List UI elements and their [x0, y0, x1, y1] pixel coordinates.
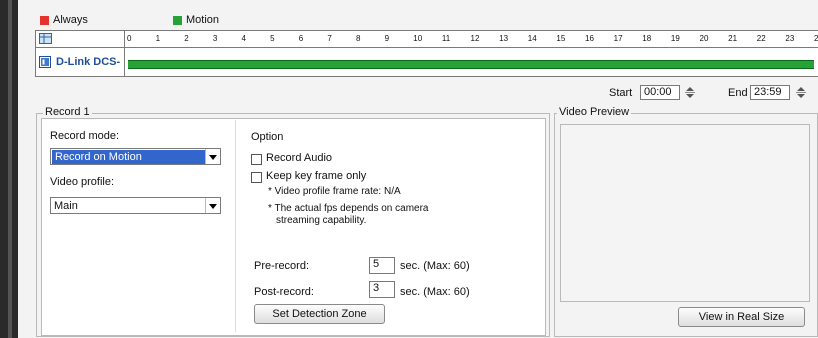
- hour-tick-label: 16: [585, 34, 594, 43]
- record-mode-value: Record on Motion: [52, 150, 206, 164]
- hour-tick-label: 2: [184, 34, 189, 43]
- prerecord-label: Pre-record:: [254, 260, 310, 272]
- hour-tick-label: 0: [127, 34, 132, 43]
- hour-tick-label: 23: [785, 34, 795, 43]
- motion-legend-label: Motion: [186, 14, 220, 26]
- hour-tick-label: 7: [327, 34, 332, 43]
- hour-tick-label: 5: [270, 34, 275, 43]
- camera-schedule-row[interactable]: D-Link DCS-: [36, 48, 818, 76]
- timeline-corner-cell: [36, 31, 125, 47]
- end-label: End: [728, 87, 748, 99]
- always-legend-swatch: [40, 16, 49, 25]
- hour-tick-label: 18: [642, 34, 652, 43]
- record-audio-label: Record Audio: [266, 152, 333, 164]
- record-mode-label: Record mode:: [50, 130, 120, 142]
- recording-schedule-panel: Always Motion 0 1 2 3 4 5 6 7 8 9 10 11 12 13 14 15 16 17…: [18, 0, 818, 338]
- hour-tick-label: 19: [670, 34, 680, 43]
- video-profile-label: Video profile:: [50, 176, 115, 188]
- video-preview-title: Video Preview: [557, 106, 632, 118]
- hour-tick-label: 12: [470, 34, 480, 43]
- camera-channel-icon: [39, 56, 51, 68]
- set-detection-zone-button[interactable]: Set Detection Zone: [254, 304, 385, 324]
- left-frame-edge: [0, 0, 18, 338]
- video-profile-value: Main: [54, 200, 78, 212]
- record-group-title: Record 1: [43, 106, 92, 118]
- postrecord-unit: sec. (Max: 60): [400, 286, 470, 298]
- postrecord-input[interactable]: 3: [369, 281, 395, 298]
- start-label: Start: [609, 87, 633, 99]
- always-legend-label: Always: [53, 14, 88, 26]
- hour-tick-label: 20: [699, 34, 709, 43]
- frame-rate-note: * Video profile frame rate: N/A: [268, 186, 401, 197]
- postrecord-label: Post-record:: [254, 286, 314, 298]
- hour-tick-label: 21: [728, 34, 738, 43]
- hour-tick-label: 17: [613, 34, 623, 43]
- hour-tick-label: 13: [499, 34, 509, 43]
- hour-tick-label: 14: [527, 34, 537, 43]
- view-real-size-button[interactable]: View in Real Size: [678, 307, 805, 327]
- motion-schedule-bar[interactable]: [128, 60, 814, 69]
- fps-note-line1: * The actual fps depends on camera: [268, 203, 429, 214]
- hour-tick-label: 3: [212, 34, 218, 43]
- video-profile-select[interactable]: Main: [50, 197, 221, 214]
- dropdown-arrow-icon[interactable]: [205, 198, 220, 213]
- hour-tick-label: 9: [384, 34, 390, 43]
- record-audio-checkbox[interactable]: [251, 154, 262, 165]
- hour-tick-label: 8: [356, 34, 361, 43]
- hour-tick-label: 24: [814, 34, 818, 43]
- camera-name-cell: D-Link DCS-: [36, 48, 125, 76]
- record-mode-select[interactable]: Record on Motion: [50, 148, 221, 165]
- hour-tick-label: 15: [556, 34, 566, 43]
- end-time-input[interactable]: 23:59: [750, 85, 790, 100]
- prerecord-unit: sec. (Max: 60): [400, 260, 470, 272]
- start-time-spinner[interactable]: [684, 85, 696, 100]
- video-preview-area: [560, 124, 810, 302]
- hour-tick-label: 11: [441, 34, 451, 43]
- hour-tick-label: 1: [155, 34, 161, 43]
- start-time-input[interactable]: 00:00: [640, 85, 680, 100]
- motion-legend-swatch: [173, 16, 182, 25]
- hour-tick-label: 10: [413, 34, 423, 43]
- fps-note-line2: streaming capability.: [276, 215, 367, 226]
- option-title: Option: [251, 131, 284, 143]
- hour-tick-label: 22: [756, 34, 766, 43]
- keep-keyframe-checkbox[interactable]: [251, 172, 262, 183]
- prerecord-input[interactable]: 5: [369, 257, 395, 274]
- schedule-timeline: 0123456789101112131415161718192021222324…: [35, 30, 818, 77]
- column-divider: [235, 120, 236, 332]
- keep-keyframe-label: Keep key frame only: [266, 170, 367, 182]
- dropdown-arrow-icon[interactable]: [205, 149, 220, 164]
- grid-icon[interactable]: [39, 33, 53, 45]
- timeline-hour-header: 0123456789101112131415161718192021222324: [36, 31, 818, 48]
- camera-name: D-Link DCS-: [56, 56, 121, 68]
- hour-tick-label: 6: [298, 34, 304, 43]
- end-time-spinner[interactable]: [795, 85, 807, 100]
- hour-tick-label: 4: [241, 34, 246, 43]
